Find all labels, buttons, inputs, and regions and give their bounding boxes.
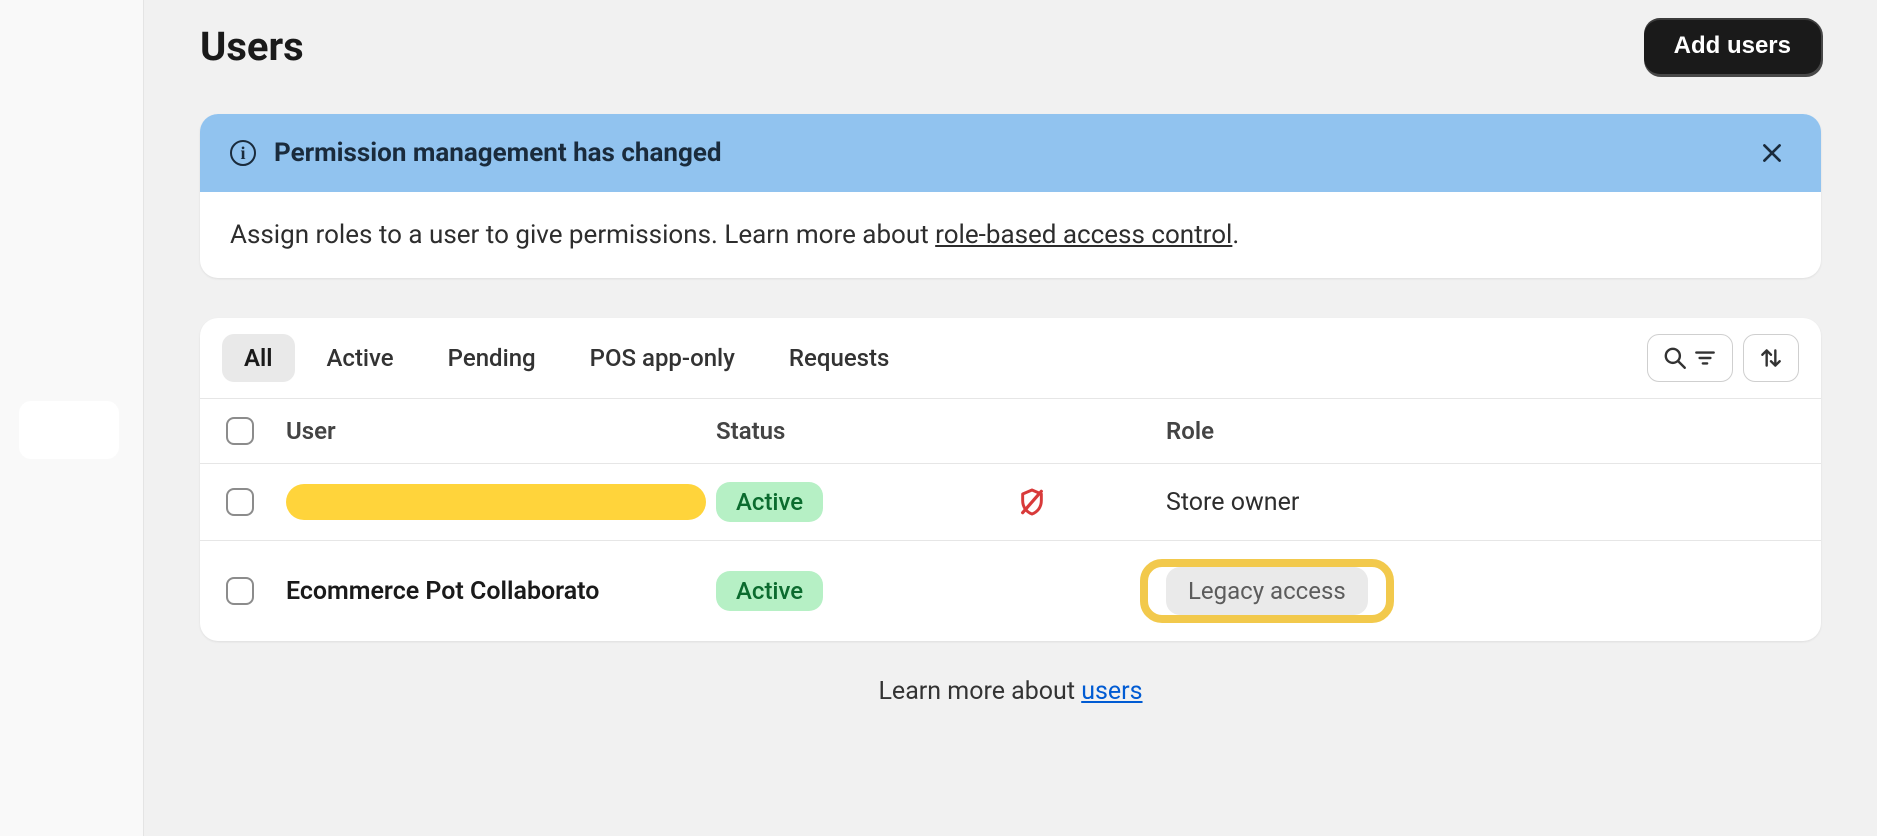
- table-row[interactable]: Active Store owner: [200, 463, 1821, 540]
- role-highlight: Legacy access: [1140, 559, 1394, 623]
- permission-banner: i Permission management has changed Assi…: [200, 114, 1821, 278]
- tab-pending[interactable]: Pending: [426, 334, 558, 382]
- footer-prefix: Learn more about: [878, 677, 1081, 706]
- select-all-checkbox[interactable]: [226, 417, 254, 445]
- sort-button[interactable]: [1743, 334, 1799, 382]
- tab-requests[interactable]: Requests: [767, 334, 911, 382]
- tabs-row: All Active Pending POS app-only Requests: [200, 318, 1821, 398]
- banner-header: i Permission management has changed: [200, 114, 1821, 192]
- role-text: Store owner: [1166, 488, 1299, 517]
- row-checkbox[interactable]: [226, 488, 254, 516]
- user-name: Ecommerce Pot Collaborato: [286, 577, 599, 606]
- search-icon: [1662, 345, 1688, 371]
- sidebar-active-item[interactable]: [19, 401, 119, 459]
- main-content: Users Add users i Permission management …: [144, 0, 1877, 836]
- banner-body-link[interactable]: role-based access control: [935, 220, 1232, 250]
- row-checkbox[interactable]: [226, 577, 254, 605]
- search-filter-button[interactable]: [1647, 334, 1733, 382]
- footer-text: Learn more about users: [200, 677, 1821, 706]
- shield-off-icon: [1016, 486, 1048, 518]
- status-badge: Active: [716, 482, 823, 522]
- banner-body-suffix: .: [1232, 220, 1239, 250]
- page-header: Users Add users: [200, 18, 1821, 74]
- banner-title: Permission management has changed: [274, 138, 722, 168]
- add-users-button[interactable]: Add users: [1644, 18, 1821, 74]
- status-badge: Active: [716, 571, 823, 611]
- tab-active[interactable]: Active: [305, 334, 416, 382]
- sidebar-partial: [0, 0, 144, 836]
- banner-body: Assign roles to a user to give permissio…: [200, 192, 1821, 278]
- page-title: Users: [200, 23, 304, 70]
- column-user: User: [286, 417, 716, 445]
- table-header: User Status Role: [200, 398, 1821, 463]
- close-icon: [1759, 140, 1785, 166]
- banner-body-text: Assign roles to a user to give permissio…: [230, 220, 935, 250]
- info-icon: i: [230, 140, 256, 166]
- table-row[interactable]: Ecommerce Pot Collaborato Active Legacy …: [200, 540, 1821, 641]
- column-status: Status: [716, 417, 1016, 445]
- filter-icon: [1692, 345, 1718, 371]
- tab-all[interactable]: All: [222, 334, 295, 382]
- banner-close-button[interactable]: [1753, 134, 1791, 172]
- footer-link[interactable]: users: [1081, 677, 1142, 706]
- sort-icon: [1758, 345, 1784, 371]
- tab-pos-app-only[interactable]: POS app-only: [568, 334, 757, 382]
- column-role: Role: [1166, 417, 1795, 445]
- user-name-redacted: [286, 484, 706, 520]
- role-pill: Legacy access: [1166, 567, 1368, 615]
- users-card: All Active Pending POS app-only Requests…: [200, 318, 1821, 641]
